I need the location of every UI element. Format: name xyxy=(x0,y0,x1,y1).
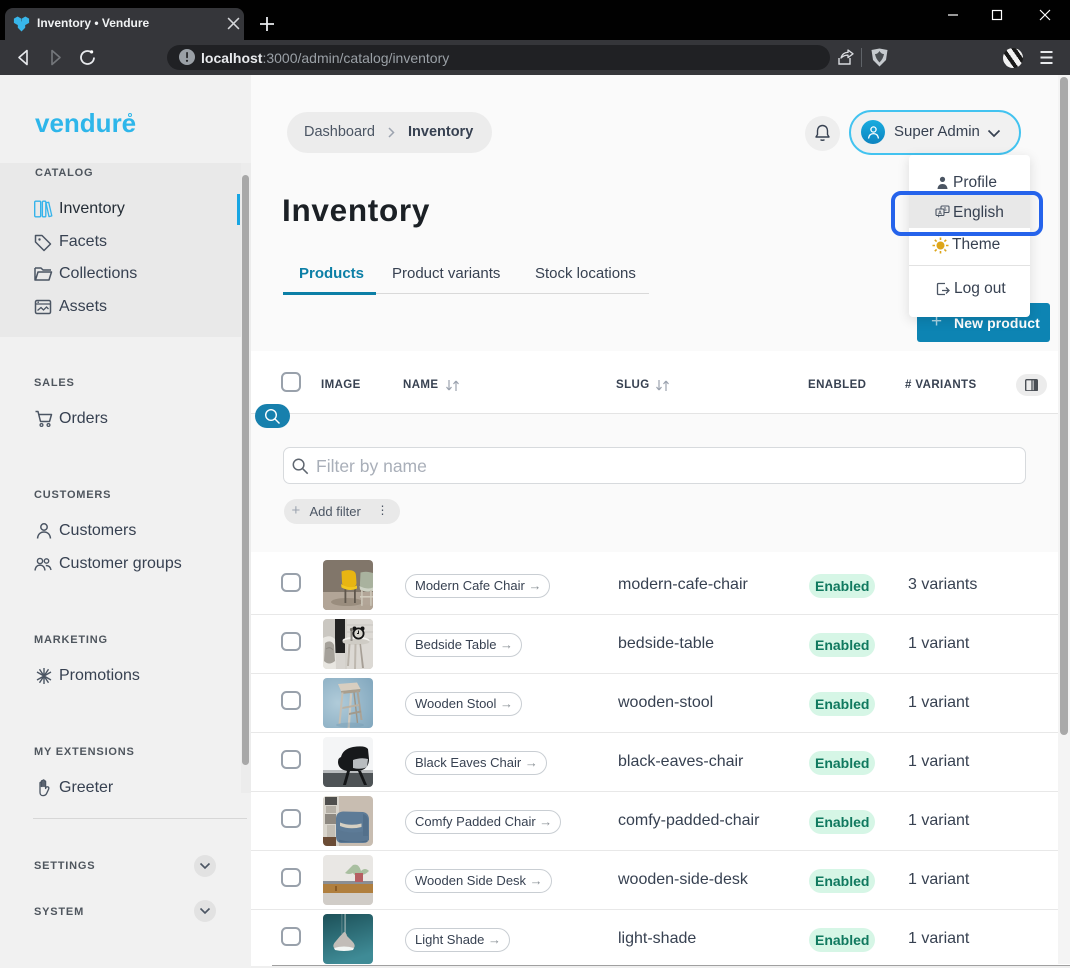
svg-text:A: A xyxy=(938,210,942,216)
